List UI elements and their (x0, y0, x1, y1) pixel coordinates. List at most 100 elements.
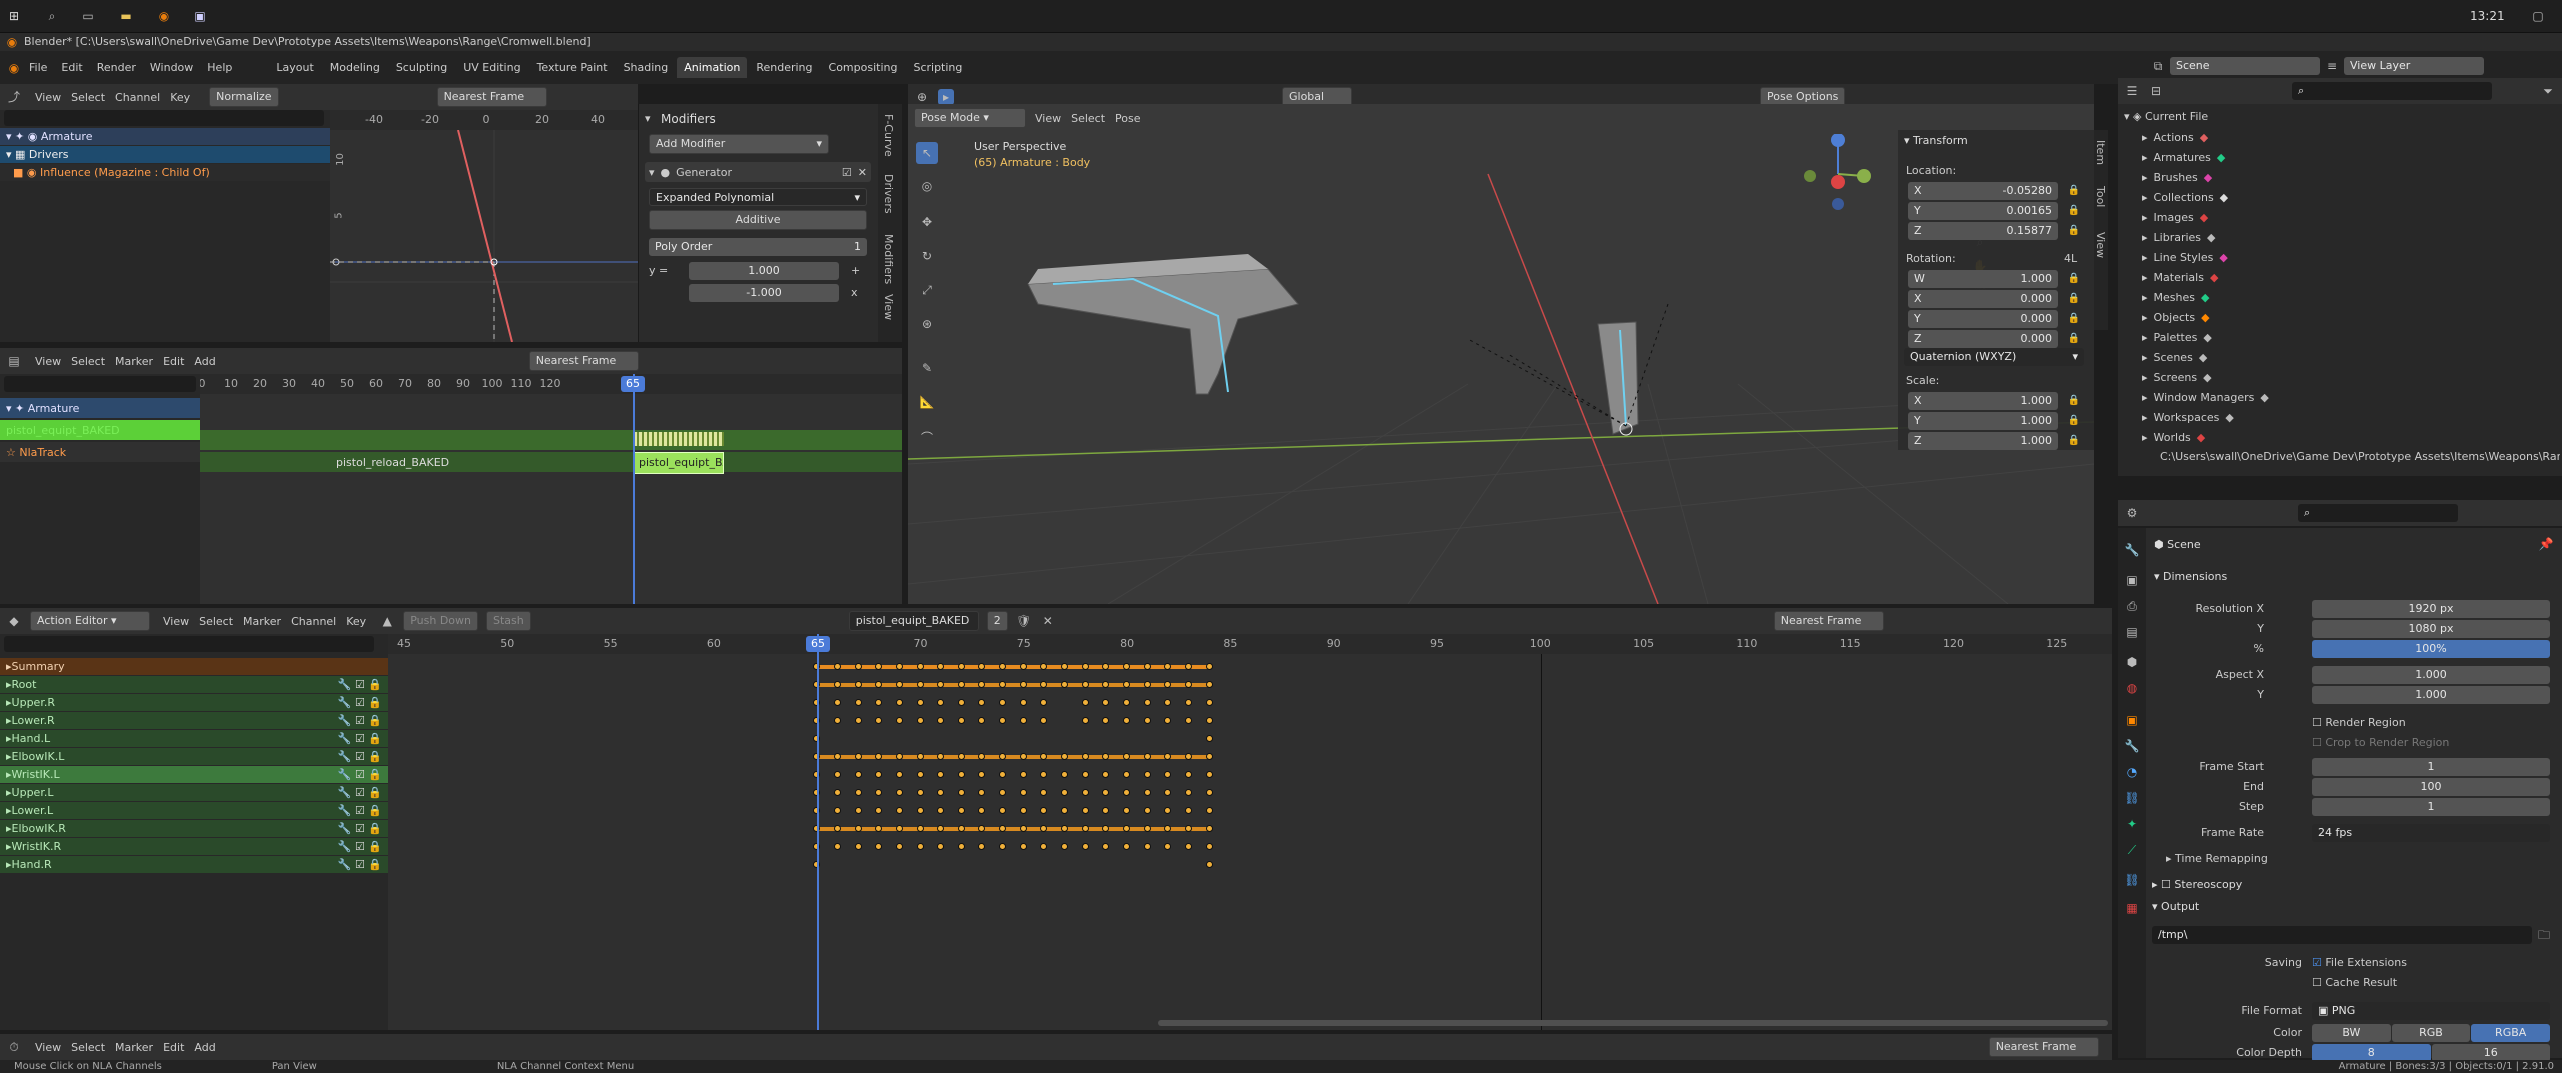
loc-lock-icon[interactable]: 🔒 (2066, 183, 2082, 199)
blender-taskbar-icon[interactable]: ◉ (156, 8, 172, 24)
scene-selector[interactable]: Scene (2170, 57, 2320, 75)
keyframe[interactable] (1102, 789, 1110, 796)
expand-icon[interactable]: ▸ (2142, 211, 2148, 224)
action-channel-upper-l[interactable]: ▸ Upper.L 🔧 ☑ 🔒 (0, 784, 388, 801)
graph-channel[interactable]: ▾ ✦ ◉ Armature (0, 128, 330, 145)
action-channel-hand-r[interactable]: ▸ Hand.R 🔧 ☑ 🔒 (0, 856, 388, 873)
loc-field-z[interactable]: Z 0.15877 (1908, 222, 2058, 240)
select-tool-icon[interactable]: ↖ (916, 142, 938, 164)
editor-type-icon[interactable]: ⚙ (2124, 505, 2140, 521)
resolution-percentage-field[interactable]: 100% (2312, 640, 2550, 658)
keyframe[interactable] (1019, 807, 1027, 814)
channel-toggles[interactable]: 🔧 ☑ 🔒 (338, 768, 388, 781)
action-search-input[interactable] (4, 636, 374, 652)
keyframe[interactable] (1123, 789, 1131, 796)
keyframe[interactable] (937, 789, 945, 796)
nla-menu-edit[interactable]: Edit (158, 355, 189, 368)
menu-edit[interactable]: Edit (56, 61, 87, 74)
rot-lock-icon[interactable]: 🔒 (2066, 291, 2082, 307)
keyframe[interactable] (1081, 753, 1089, 760)
color-rgba[interactable]: RGBA (2471, 1024, 2551, 1042)
graph-channel[interactable]: ▾ ▦ Drivers (0, 146, 330, 163)
blender-menu-icon[interactable]: ◉ (6, 60, 22, 76)
object-tab-icon[interactable]: ▣ (2124, 712, 2140, 728)
action-playhead[interactable] (817, 634, 819, 1030)
keyframe[interactable] (854, 753, 862, 760)
timeline-snap-selector[interactable]: Nearest Frame (1988, 1037, 2099, 1057)
workspace-tab-scripting[interactable]: Scripting (906, 57, 969, 78)
annotate-tool-icon[interactable]: ✎ (919, 360, 935, 376)
editor-type-icon[interactable]: ◆ (6, 613, 22, 629)
keyframe[interactable] (854, 807, 862, 814)
keyframe[interactable] (895, 699, 903, 706)
keyframe[interactable] (1143, 825, 1151, 832)
keyframe[interactable] (1185, 699, 1193, 706)
keyframe[interactable] (895, 753, 903, 760)
nla-track-armature[interactable]: ▾ ✦ Armature (0, 398, 200, 418)
keyframe[interactable] (833, 789, 841, 796)
graph-menu-view[interactable]: View (30, 91, 66, 104)
editor-type-icon[interactable]: ⏱ (6, 1039, 22, 1055)
file-extensions-checkbox[interactable]: ☑ File Extensions (2312, 956, 2407, 969)
keyframe[interactable] (1123, 699, 1131, 706)
action-users[interactable]: 2 (986, 611, 1008, 631)
keyframe[interactable] (1143, 663, 1151, 670)
keyframe[interactable] (1019, 717, 1027, 724)
rot-lock-icon[interactable]: 🔒 (2066, 311, 2082, 327)
keyframe[interactable] (1164, 717, 1172, 724)
scl-field-x[interactable]: X 1.000 (1908, 392, 2058, 410)
keyframe[interactable] (916, 699, 924, 706)
loc-lock-icon[interactable]: 🔒 (2066, 203, 2082, 219)
nla-strip[interactable]: pistol_reload_BAKED (334, 454, 449, 472)
keyframe[interactable] (916, 717, 924, 724)
expand-icon[interactable]: ▸ (2142, 151, 2148, 164)
keyframe[interactable] (1019, 663, 1027, 670)
keyframe[interactable] (978, 717, 986, 724)
keyframe[interactable] (978, 771, 986, 778)
folder-browse-icon[interactable]: 🗀 (2536, 927, 2552, 943)
graph-menu-select[interactable]: Select (66, 91, 110, 104)
keyframe[interactable] (1040, 789, 1048, 796)
workspace-tab-sculpting[interactable]: Sculpting (389, 57, 454, 78)
keyframe[interactable] (1205, 771, 1213, 778)
keyframe[interactable] (957, 843, 965, 850)
keyframe[interactable] (937, 807, 945, 814)
timeline-menu-add[interactable]: Add (189, 1041, 220, 1054)
channel-toggles[interactable]: 🔧 ☑ 🔒 (338, 750, 388, 763)
channel-toggles[interactable]: 🔧 ☑ 🔒 (338, 714, 388, 727)
keyframe[interactable] (1123, 807, 1131, 814)
graph-snap-selector[interactable]: Nearest Frame (436, 87, 547, 107)
world-tab-icon[interactable]: ◍ (2124, 680, 2140, 696)
properties-search-input[interactable]: ⌕ (2298, 504, 2458, 522)
outliner-search-input[interactable]: ⌕ (2292, 82, 2492, 100)
expand-icon[interactable]: ▸ (2142, 251, 2148, 264)
keyframe[interactable] (875, 699, 883, 706)
outliner-item-worlds[interactable]: ▸ Worlds ◆ (2142, 428, 2205, 446)
frame-end-field[interactable]: 100 (2312, 778, 2550, 796)
bone-tab-icon[interactable]: ⟋ (2124, 842, 2140, 858)
outliner-item-line-styles[interactable]: ▸ Line Styles ◆ (2142, 248, 2228, 266)
keyframe[interactable] (1061, 807, 1069, 814)
scl-field-z[interactable]: Z 1.000 (1908, 432, 2058, 450)
keyframe[interactable] (999, 807, 1007, 814)
aspect-y-field[interactable]: 1.000 (2312, 686, 2550, 704)
keyframe[interactable] (1164, 843, 1172, 850)
keyframe[interactable] (957, 807, 965, 814)
keyframe[interactable] (1205, 807, 1213, 814)
generator-header[interactable]: ▾ ● Generator ☑ ✕ (645, 162, 871, 182)
app-taskbar-icon[interactable]: ▣ (192, 8, 208, 24)
keyframe[interactable] (1019, 699, 1027, 706)
expand-icon[interactable]: ▸ (2142, 431, 2148, 444)
channel-toggles[interactable]: 🔧 ☑ 🔒 (338, 822, 388, 835)
keyframe[interactable] (1061, 789, 1069, 796)
render-tab-icon[interactable]: ▣ (2124, 572, 2140, 588)
keyframe[interactable] (1164, 771, 1172, 778)
menu-file[interactable]: File (24, 61, 52, 74)
workspace-tab-modeling[interactable]: Modeling (323, 57, 387, 78)
nla-action-keys[interactable] (634, 432, 724, 446)
keyframe[interactable] (1143, 753, 1151, 760)
keyframe[interactable] (833, 843, 841, 850)
keyframe[interactable] (895, 789, 903, 796)
keyframe[interactable] (854, 717, 862, 724)
nla-menu-view[interactable]: View (30, 355, 66, 368)
